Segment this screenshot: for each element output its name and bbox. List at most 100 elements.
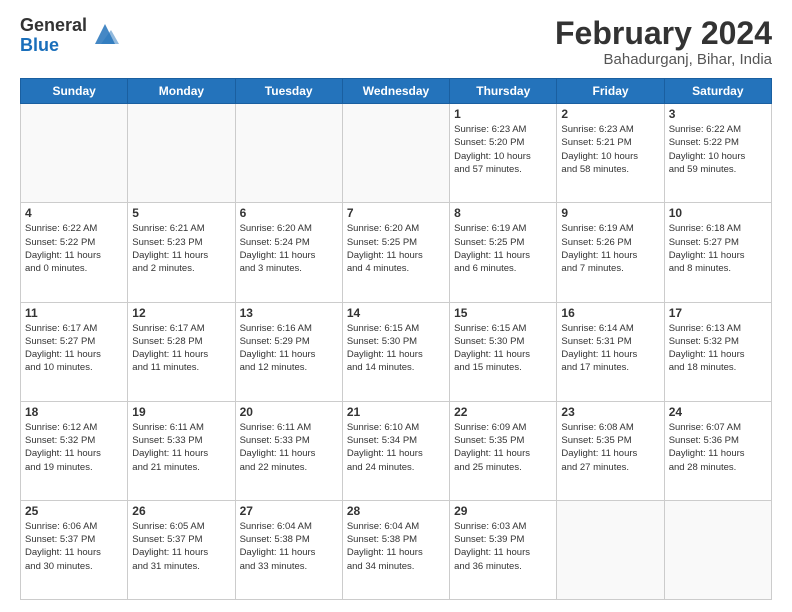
calendar-week-row: 18 Sunrise: 6:12 AM Sunset: 5:32 PM Dayli… (21, 401, 772, 500)
day-number: 3 (669, 107, 767, 121)
day-info: Sunrise: 6:04 AM Sunset: 5:38 PM Dayligh… (240, 520, 338, 573)
day-number: 14 (347, 306, 445, 320)
day-info: Sunrise: 6:23 AM Sunset: 5:21 PM Dayligh… (561, 123, 659, 176)
day-info: Sunrise: 6:03 AM Sunset: 5:39 PM Dayligh… (454, 520, 552, 573)
day-info: Sunrise: 6:11 AM Sunset: 5:33 PM Dayligh… (132, 421, 230, 474)
day-number: 19 (132, 405, 230, 419)
day-info: Sunrise: 6:19 AM Sunset: 5:25 PM Dayligh… (454, 222, 552, 275)
calendar-day-cell: 15 Sunrise: 6:15 AM Sunset: 5:30 PM Dayli… (450, 302, 557, 401)
header: General Blue February 2024 Bahadurganj, … (20, 16, 772, 68)
day-number: 21 (347, 405, 445, 419)
calendar-day-cell: 14 Sunrise: 6:15 AM Sunset: 5:30 PM Dayli… (342, 302, 449, 401)
day-number: 13 (240, 306, 338, 320)
calendar-day-header: Wednesday (342, 79, 449, 104)
calendar-week-row: 1Sunrise: 6:23 AM Sunset: 5:20 PM Daylig… (21, 104, 772, 203)
calendar-day-cell: 18 Sunrise: 6:12 AM Sunset: 5:32 PM Dayli… (21, 401, 128, 500)
day-info: Sunrise: 6:16 AM Sunset: 5:29 PM Dayligh… (240, 322, 338, 375)
calendar-day-cell: 3 Sunrise: 6:22 AM Sunset: 5:22 PM Daylig… (664, 104, 771, 203)
calendar-day-cell: 26Sunrise: 6:05 AM Sunset: 5:37 PM Dayli… (128, 500, 235, 599)
calendar-day-cell (235, 104, 342, 203)
day-number: 2 (561, 107, 659, 121)
calendar-day-header: Monday (128, 79, 235, 104)
day-info: Sunrise: 6:08 AM Sunset: 5:35 PM Dayligh… (561, 421, 659, 474)
page: General Blue February 2024 Bahadurganj, … (0, 0, 792, 612)
calendar-day-cell (342, 104, 449, 203)
calendar-day-cell: 19 Sunrise: 6:11 AM Sunset: 5:33 PM Dayli… (128, 401, 235, 500)
day-info: Sunrise: 6:13 AM Sunset: 5:32 PM Dayligh… (669, 322, 767, 375)
day-number: 23 (561, 405, 659, 419)
calendar-day-header: Thursday (450, 79, 557, 104)
day-number: 10 (669, 206, 767, 220)
calendar-day-header: Friday (557, 79, 664, 104)
day-info: Sunrise: 6:21 AM Sunset: 5:23 PM Dayligh… (132, 222, 230, 275)
main-title: February 2024 (555, 16, 772, 51)
calendar-day-cell: 1Sunrise: 6:23 AM Sunset: 5:20 PM Daylig… (450, 104, 557, 203)
day-number: 16 (561, 306, 659, 320)
calendar-day-cell: 7Sunrise: 6:20 AM Sunset: 5:25 PM Daylig… (342, 203, 449, 302)
calendar-week-row: 11Sunrise: 6:17 AM Sunset: 5:27 PM Dayli… (21, 302, 772, 401)
logo-blue: Blue (20, 36, 87, 56)
day-info: Sunrise: 6:23 AM Sunset: 5:20 PM Dayligh… (454, 123, 552, 176)
calendar-day-cell: 16 Sunrise: 6:14 AM Sunset: 5:31 PM Dayli… (557, 302, 664, 401)
calendar-day-cell: 29Sunrise: 6:03 AM Sunset: 5:39 PM Dayli… (450, 500, 557, 599)
day-number: 25 (25, 504, 123, 518)
calendar-day-cell: 22 Sunrise: 6:09 AM Sunset: 5:35 PM Dayli… (450, 401, 557, 500)
day-info: Sunrise: 6:19 AM Sunset: 5:26 PM Dayligh… (561, 222, 659, 275)
logo-general: General (20, 16, 87, 36)
day-number: 27 (240, 504, 338, 518)
day-number: 24 (669, 405, 767, 419)
day-info: Sunrise: 6:18 AM Sunset: 5:27 PM Dayligh… (669, 222, 767, 275)
day-number: 5 (132, 206, 230, 220)
day-info: Sunrise: 6:15 AM Sunset: 5:30 PM Dayligh… (347, 322, 445, 375)
logo: General Blue (20, 16, 119, 56)
day-number: 18 (25, 405, 123, 419)
day-info: Sunrise: 6:07 AM Sunset: 5:36 PM Dayligh… (669, 421, 767, 474)
calendar-day-cell: 10 Sunrise: 6:18 AM Sunset: 5:27 PM Dayli… (664, 203, 771, 302)
day-info: Sunrise: 6:06 AM Sunset: 5:37 PM Dayligh… (25, 520, 123, 573)
day-info: Sunrise: 6:22 AM Sunset: 5:22 PM Dayligh… (669, 123, 767, 176)
calendar-day-cell: 8Sunrise: 6:19 AM Sunset: 5:25 PM Daylig… (450, 203, 557, 302)
calendar-day-cell (557, 500, 664, 599)
calendar-table: SundayMondayTuesdayWednesdayThursdayFrid… (20, 78, 772, 600)
day-info: Sunrise: 6:20 AM Sunset: 5:24 PM Dayligh… (240, 222, 338, 275)
calendar-day-cell: 11Sunrise: 6:17 AM Sunset: 5:27 PM Dayli… (21, 302, 128, 401)
day-number: 17 (669, 306, 767, 320)
day-number: 28 (347, 504, 445, 518)
calendar-day-cell: 4 Sunrise: 6:22 AM Sunset: 5:22 PM Daylig… (21, 203, 128, 302)
calendar-day-header: Sunday (21, 79, 128, 104)
calendar-day-cell: 23 Sunrise: 6:08 AM Sunset: 5:35 PM Dayli… (557, 401, 664, 500)
logo-text: General Blue (20, 16, 87, 56)
calendar-week-row: 4 Sunrise: 6:22 AM Sunset: 5:22 PM Daylig… (21, 203, 772, 302)
day-number: 20 (240, 405, 338, 419)
calendar-day-cell: 6 Sunrise: 6:20 AM Sunset: 5:24 PM Daylig… (235, 203, 342, 302)
day-info: Sunrise: 6:04 AM Sunset: 5:38 PM Dayligh… (347, 520, 445, 573)
day-number: 15 (454, 306, 552, 320)
calendar-day-cell: 20 Sunrise: 6:11 AM Sunset: 5:33 PM Dayli… (235, 401, 342, 500)
day-info: Sunrise: 6:22 AM Sunset: 5:22 PM Dayligh… (25, 222, 123, 275)
calendar-day-cell: 5 Sunrise: 6:21 AM Sunset: 5:23 PM Daylig… (128, 203, 235, 302)
day-number: 22 (454, 405, 552, 419)
day-info: Sunrise: 6:10 AM Sunset: 5:34 PM Dayligh… (347, 421, 445, 474)
day-number: 11 (25, 306, 123, 320)
day-info: Sunrise: 6:17 AM Sunset: 5:28 PM Dayligh… (132, 322, 230, 375)
day-info: Sunrise: 6:12 AM Sunset: 5:32 PM Dayligh… (25, 421, 123, 474)
calendar-day-cell: 13 Sunrise: 6:16 AM Sunset: 5:29 PM Dayli… (235, 302, 342, 401)
day-number: 6 (240, 206, 338, 220)
day-number: 7 (347, 206, 445, 220)
calendar-day-header: Saturday (664, 79, 771, 104)
day-number: 12 (132, 306, 230, 320)
day-info: Sunrise: 6:09 AM Sunset: 5:35 PM Dayligh… (454, 421, 552, 474)
calendar-day-cell: 24 Sunrise: 6:07 AM Sunset: 5:36 PM Dayli… (664, 401, 771, 500)
day-number: 26 (132, 504, 230, 518)
logo-icon (91, 20, 119, 48)
day-info: Sunrise: 6:15 AM Sunset: 5:30 PM Dayligh… (454, 322, 552, 375)
subtitle: Bahadurganj, Bihar, India (555, 51, 772, 68)
calendar-day-cell (664, 500, 771, 599)
day-info: Sunrise: 6:14 AM Sunset: 5:31 PM Dayligh… (561, 322, 659, 375)
calendar-day-cell: 28 Sunrise: 6:04 AM Sunset: 5:38 PM Dayli… (342, 500, 449, 599)
day-info: Sunrise: 6:11 AM Sunset: 5:33 PM Dayligh… (240, 421, 338, 474)
calendar-week-row: 25 Sunrise: 6:06 AM Sunset: 5:37 PM Dayli… (21, 500, 772, 599)
day-number: 4 (25, 206, 123, 220)
calendar-day-cell: 17 Sunrise: 6:13 AM Sunset: 5:32 PM Dayli… (664, 302, 771, 401)
calendar-day-cell: 21 Sunrise: 6:10 AM Sunset: 5:34 PM Dayli… (342, 401, 449, 500)
